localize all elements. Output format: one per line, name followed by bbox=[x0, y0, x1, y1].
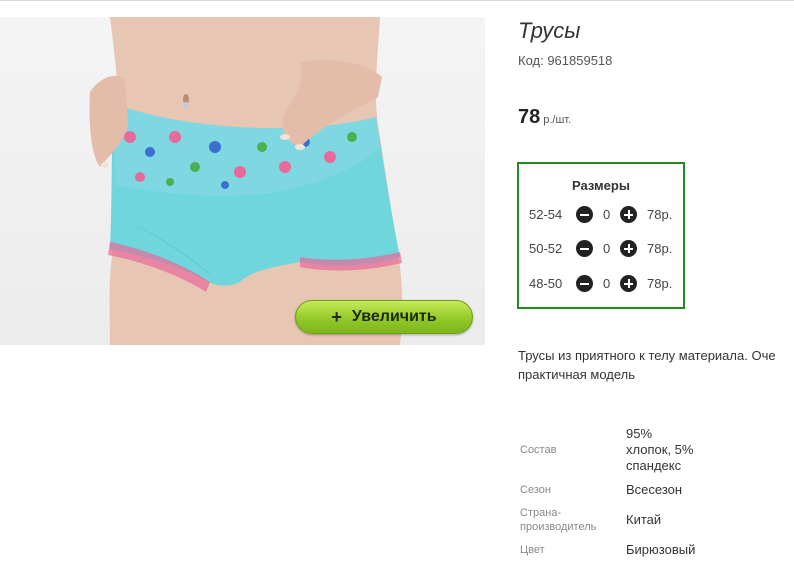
spec-label-line: производитель bbox=[520, 521, 597, 533]
size-price: 78р. bbox=[647, 241, 673, 256]
size-row: 48-50 0 78р. bbox=[519, 274, 683, 294]
spec-label-country: Страна- производитель bbox=[520, 506, 596, 534]
size-quantity: 0 bbox=[603, 241, 611, 256]
price-value: 78 bbox=[518, 106, 541, 128]
size-quantity: 0 bbox=[603, 276, 611, 291]
spec-value-line: спандекс bbox=[626, 458, 682, 473]
description-line: практичная модель bbox=[518, 367, 636, 382]
spec-label-composition: Состав bbox=[520, 444, 557, 456]
increase-quantity-button[interactable] bbox=[620, 206, 637, 223]
product-description: Трусы из приятного к телу материала. Оче… bbox=[518, 346, 794, 384]
spec-value-color: Бирюзовый bbox=[626, 542, 696, 557]
size-row: 52-54 0 78р. bbox=[519, 205, 683, 225]
size-price: 78р. bbox=[647, 276, 673, 291]
spec-value-line: 95% bbox=[626, 426, 653, 441]
product-price: 78 р./шт. bbox=[518, 106, 571, 129]
decrease-quantity-button[interactable] bbox=[576, 206, 593, 223]
sizes-title: Размеры bbox=[572, 178, 630, 193]
zoom-button-label: Увеличить bbox=[351, 308, 437, 325]
size-row: 50-52 0 78р. bbox=[519, 239, 683, 259]
size-label: 48-50 bbox=[529, 276, 563, 291]
product-image[interactable]: + Увеличить bbox=[0, 17, 485, 345]
size-price: 78р. bbox=[647, 207, 673, 222]
spec-value-country: Китай bbox=[626, 512, 662, 527]
decrease-quantity-button[interactable] bbox=[576, 240, 593, 257]
spec-label-season: Сезон bbox=[520, 484, 551, 496]
increase-quantity-button[interactable] bbox=[620, 275, 637, 292]
size-quantity: 0 bbox=[603, 207, 611, 222]
product-code: Код: 961859518 bbox=[518, 53, 613, 68]
size-label: 50-52 bbox=[529, 241, 563, 256]
zoom-button[interactable]: + Увеличить bbox=[295, 300, 473, 334]
decrease-quantity-button[interactable] bbox=[576, 275, 593, 292]
top-divider bbox=[0, 0, 794, 1]
spec-value-season: Всесезон bbox=[626, 482, 683, 497]
size-label: 52-54 bbox=[529, 207, 563, 222]
price-unit: р./шт. bbox=[543, 114, 572, 126]
description-line: Трусы из приятного к телу материала. Оче bbox=[518, 348, 776, 363]
spec-label-color: Цвет bbox=[520, 544, 545, 556]
spec-value-composition: 95% хлопок, 5% спандекс bbox=[626, 426, 693, 474]
product-photo-illustration bbox=[89, 17, 403, 345]
sizes-panel: Размеры 52-54 0 78р. 50-52 0 78р. 48-50 … bbox=[517, 162, 685, 309]
plus-icon: + bbox=[331, 307, 342, 327]
spec-label-line: Страна- bbox=[520, 507, 562, 519]
product-title: Трусы bbox=[518, 18, 581, 43]
spec-value-line: хлопок, 5% bbox=[626, 442, 694, 457]
increase-quantity-button[interactable] bbox=[620, 240, 637, 257]
